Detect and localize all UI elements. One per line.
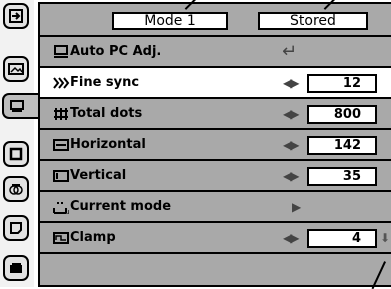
menu-row-label: Vertical xyxy=(70,168,127,183)
menu-row-vertical[interactable]: Vertical ◀▶ 35 xyxy=(40,161,391,192)
clamp-icon xyxy=(53,232,69,244)
horizontal-value: 142 xyxy=(307,136,377,155)
menu-row-label: Horizontal xyxy=(70,137,146,152)
menu-row-label: Fine sync xyxy=(70,75,140,90)
picture-icon[interactable] xyxy=(3,56,29,82)
menu-sidebar xyxy=(0,0,38,287)
vertical-icon xyxy=(53,170,69,182)
input-icon[interactable] xyxy=(3,3,29,29)
menu-row-label: Auto PC Adj. xyxy=(70,44,162,59)
horizontal-icon xyxy=(53,139,69,151)
svg-text:u: u xyxy=(65,208,69,215)
left-right-arrows-icon[interactable]: ◀▶ xyxy=(283,76,300,90)
menu-row-horizontal[interactable]: Horizontal ◀▶ 142 xyxy=(40,130,391,161)
pc-adjust-icon[interactable] xyxy=(2,93,38,119)
scroll-down-arrow-icon[interactable]: ⬇ xyxy=(380,231,390,245)
exit-icon[interactable] xyxy=(3,255,29,281)
fine-sync-value: 12 xyxy=(307,74,377,93)
triangle-right-icon[interactable]: ▶ xyxy=(292,200,301,214)
left-right-arrows-icon[interactable]: ◀▶ xyxy=(283,107,300,121)
total-dots-icon xyxy=(54,108,68,120)
left-right-arrows-icon[interactable]: ◀▶ xyxy=(283,231,300,245)
menu-row-clamp[interactable]: Clamp ◀▶ 4 ⬇ xyxy=(40,223,391,254)
menu-row-current-mode[interactable]: u Current mode ▶ xyxy=(40,192,391,223)
mode-indicator: Mode 1 xyxy=(112,12,228,30)
menu-row-empty xyxy=(40,254,391,285)
clamp-value: 4 xyxy=(307,229,377,248)
menu-row-total-dots[interactable]: Total dots ◀▶ 800 xyxy=(40,99,391,130)
setting-icon[interactable] xyxy=(3,215,29,241)
screen-icon[interactable] xyxy=(3,176,29,202)
menu-row-fine-sync[interactable]: Fine sync ◀▶ 12 xyxy=(40,68,391,99)
vertical-value: 35 xyxy=(307,167,377,186)
menu-row-label: Current mode xyxy=(70,199,172,214)
menu-row-label: Clamp xyxy=(70,230,116,245)
menu-header: Mode 1 Stored xyxy=(40,4,391,37)
pc-adjust-menu: Mode 1 Stored Auto PC Adj. ↵ Fine sync ◀… xyxy=(0,0,391,289)
enter-icon[interactable]: ↵ xyxy=(282,41,297,62)
fine-sync-icon xyxy=(53,77,70,89)
menu-row-label: Total dots xyxy=(70,106,143,121)
menu-area: Mode 1 Stored Auto PC Adj. ↵ Fine sync ◀… xyxy=(38,2,391,287)
auto-pc-icon xyxy=(54,45,68,58)
left-right-arrows-icon[interactable]: ◀▶ xyxy=(283,169,300,183)
menu-row-auto-pc-adj[interactable]: Auto PC Adj. ↵ xyxy=(40,37,391,68)
total-dots-value: 800 xyxy=(307,105,377,124)
image-icon[interactable] xyxy=(3,141,29,167)
current-mode-icon: u xyxy=(53,202,69,215)
left-right-arrows-icon[interactable]: ◀▶ xyxy=(283,138,300,152)
stored-indicator: Stored xyxy=(258,12,368,30)
